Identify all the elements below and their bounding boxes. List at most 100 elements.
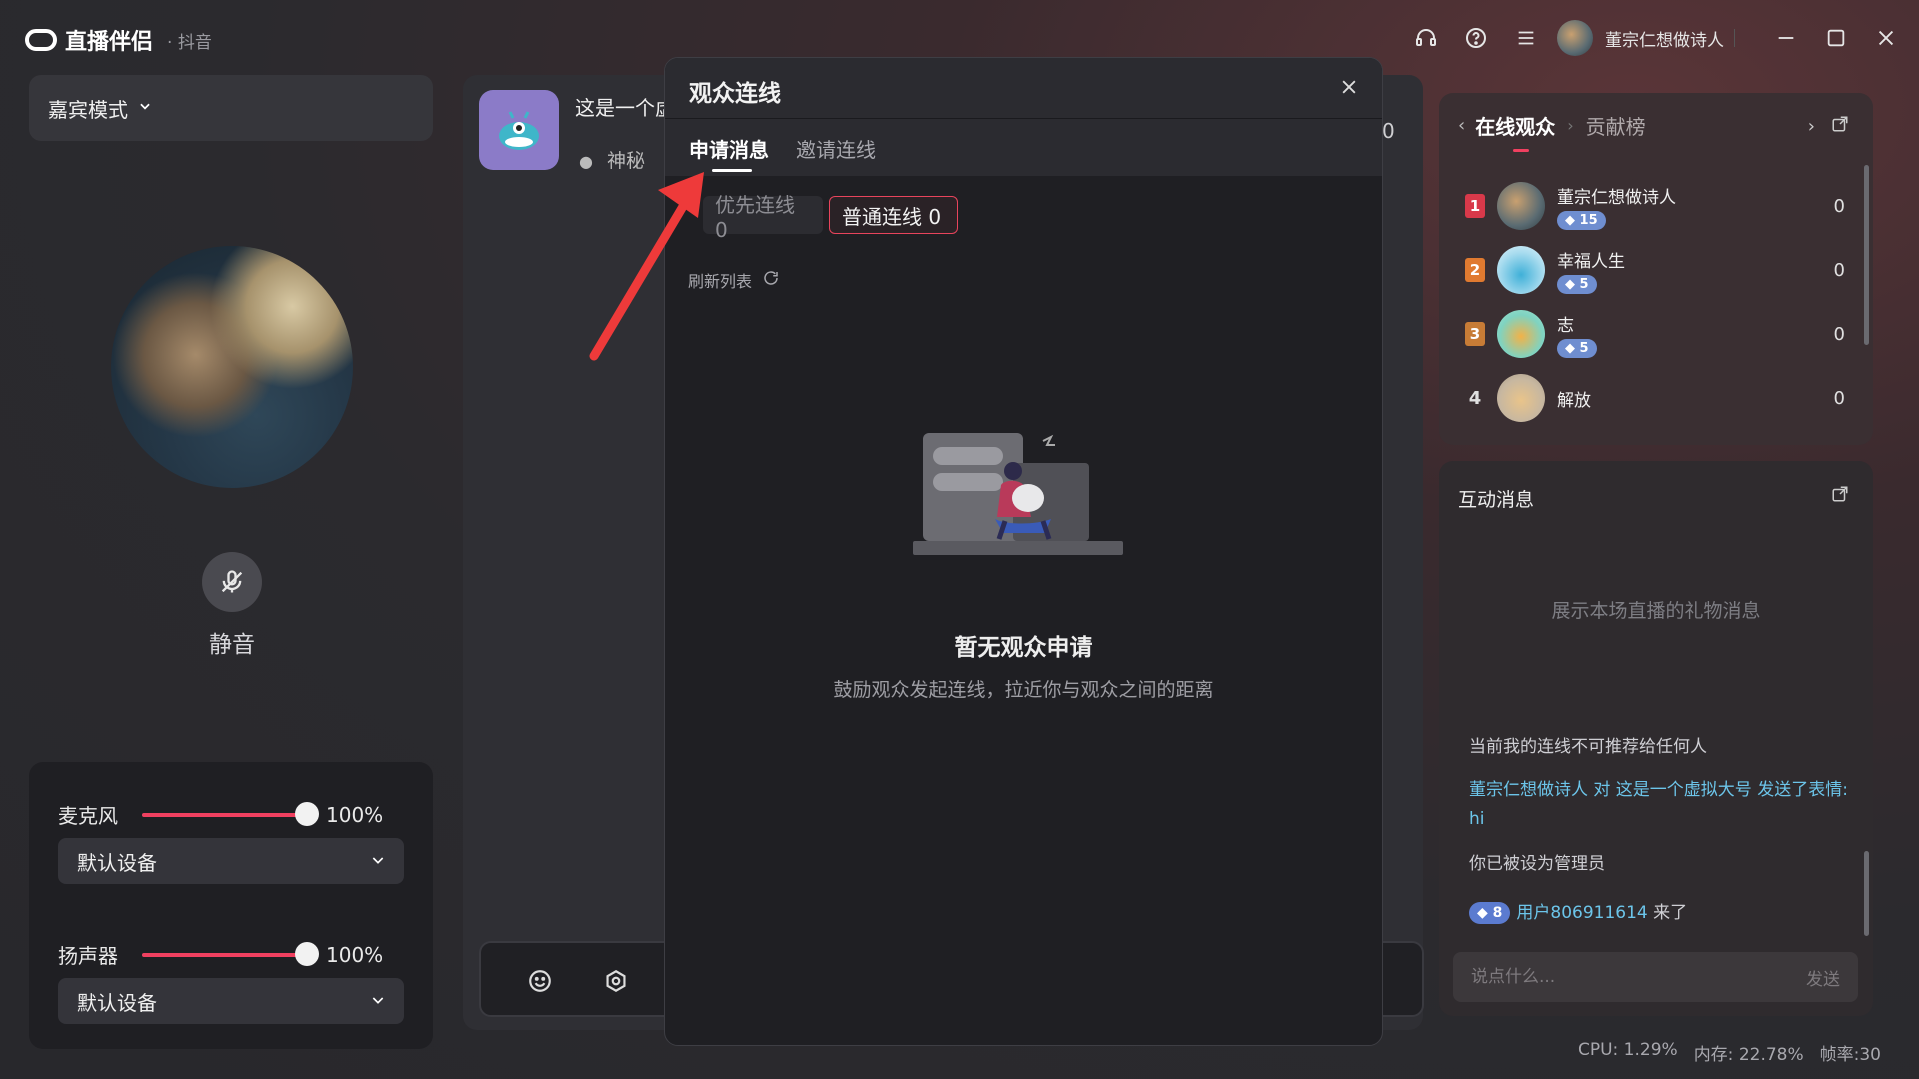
viewer-score: 0	[1833, 323, 1845, 345]
rank-badge: 2	[1465, 258, 1485, 282]
scrollbar[interactable]	[1864, 851, 1869, 936]
dialog-close-button[interactable]	[1334, 72, 1364, 102]
avatar	[1497, 374, 1545, 422]
viewer-name: 解放	[1557, 390, 1591, 411]
rank-badge: 4	[1468, 387, 1482, 409]
host-avatar	[111, 246, 353, 488]
level-badge: ◆ 8	[1469, 902, 1511, 924]
popout-icon[interactable]	[1831, 485, 1849, 507]
microphone-label: 麦克风	[58, 804, 118, 828]
system-message: 你已被设为管理员	[1469, 854, 1605, 874]
settings-icon[interactable]	[599, 964, 633, 998]
slider-knob[interactable]	[295, 801, 319, 826]
level-badge: ◆ 5	[1557, 274, 1597, 294]
rank-badge: 1	[1465, 194, 1485, 218]
audience-connect-dialog: 观众连线 申请消息 邀请连线 优先连线 0 普通连线 0 刷新列表 暂无观众申请…	[664, 57, 1383, 1046]
tab-requests[interactable]: 申请消息	[689, 134, 769, 163]
user-profile[interactable]: 董宗仁想做诗人	[1557, 20, 1745, 56]
panel-title: 互动消息	[1458, 489, 1535, 511]
viewer-name: 幸福人生	[1557, 251, 1625, 272]
stream-location: ● 神秘	[579, 146, 645, 173]
frame-rate: 帧率:30	[1819, 1045, 1881, 1065]
scrollbar[interactable]	[1864, 165, 1869, 345]
avatar	[1497, 310, 1545, 358]
tab-invite[interactable]: 邀请连线	[796, 134, 876, 163]
send-button[interactable]: 发送	[1806, 965, 1840, 990]
audio-settings-panel: 麦克风 100% 默认设备 扬声器 100% 默认设备	[29, 762, 433, 1049]
popout-icon[interactable]	[1831, 115, 1849, 138]
headset-icon[interactable]	[1401, 18, 1451, 58]
mode-dropdown[interactable]: 嘉宾模式	[29, 75, 433, 141]
cpu-usage: CPU: 1.29%	[1577, 1040, 1678, 1060]
viewer-score: 0	[1833, 195, 1845, 217]
microphone-device-value: 默认设备	[77, 850, 157, 875]
viewer-name: 志	[1557, 315, 1574, 336]
chevron-right-icon[interactable]: ›	[1808, 116, 1815, 137]
minimize-icon[interactable]	[1761, 18, 1811, 58]
chevron-down-icon	[138, 99, 152, 117]
viewer-score: 0	[1833, 387, 1845, 409]
chat-input[interactable]	[1471, 967, 1771, 987]
speaker-volume-slider[interactable]	[142, 941, 319, 966]
viewer-row[interactable]: 3 志 ◆ 5 0	[1465, 306, 1845, 362]
viewer-score: 0	[1833, 259, 1845, 281]
join-text: 来了	[1647, 903, 1688, 923]
level-badge: ◆ 15	[1557, 210, 1606, 230]
logo-icon	[25, 29, 57, 51]
emoji-icon[interactable]	[523, 964, 557, 998]
speaker-device-value: 默认设备	[77, 990, 157, 1015]
platform-label: · 抖音	[167, 32, 212, 53]
diamond-icon: ◆	[1565, 276, 1580, 292]
viewer-row[interactable]: 2 幸福人生 ◆ 5 0	[1465, 242, 1845, 298]
viewer-row[interactable]: 1 董宗仁想做诗人 ◆ 15 0	[1465, 178, 1845, 234]
mute-button[interactable]	[202, 552, 262, 612]
rank-badge: 3	[1465, 322, 1485, 346]
app-logo: 直播伴侣 · 抖音	[25, 24, 212, 56]
speaker-device-select[interactable]: 默认设备	[58, 978, 404, 1024]
normal-connect-filter[interactable]: 普通连线 0	[829, 196, 958, 234]
menu-icon[interactable]	[1501, 18, 1551, 58]
join-username[interactable]: 用户806911614	[1516, 903, 1647, 923]
priority-connect-filter[interactable]: 优先连线 0	[703, 193, 823, 242]
slider-knob[interactable]	[295, 941, 319, 966]
diamond-icon: ◆	[1565, 212, 1580, 228]
divider	[665, 118, 1382, 119]
location-text: 神秘	[607, 150, 646, 172]
emote-message: 董宗仁想做诗人 对 这是一个虚拟大号 发送了表情: hi	[1469, 780, 1848, 829]
diamond-icon: ◆	[1565, 340, 1580, 356]
chevron-down-icon	[370, 989, 386, 1013]
close-icon	[1342, 80, 1356, 94]
mode-label: 嘉宾模式	[48, 97, 128, 122]
viewer-row[interactable]: 4 解放 0	[1465, 370, 1845, 426]
separator-icon: ›	[1567, 116, 1574, 135]
empty-state-title: 暂无观众申请	[954, 635, 1093, 661]
status-bar: CPU: 1.29% 内存: 22.78% 帧率:30	[1578, 1040, 1881, 1065]
chevron-left-icon[interactable]: ‹	[1458, 115, 1465, 136]
mic-off-icon	[221, 570, 243, 593]
microphone-device-select[interactable]: 默认设备	[58, 838, 404, 884]
refresh-icon	[762, 269, 780, 291]
avatar	[1557, 20, 1593, 56]
refresh-label: 刷新列表	[688, 272, 753, 291]
join-message: ◆ 8 用户806911614 来了	[1469, 899, 1859, 928]
close-icon[interactable]	[1861, 18, 1911, 58]
app-title: 直播伴侣	[65, 30, 154, 55]
gift-placeholder: 展示本场直播的礼物消息	[1551, 600, 1761, 622]
empty-state-illustration	[913, 433, 1123, 555]
online-viewers-panel: ‹ 在线观众 › 贡献榜 › 1 董宗仁想做诗人 ◆ 15 0 2 幸福人生 ◆…	[1439, 93, 1873, 445]
username: 董宗仁想做诗人	[1605, 30, 1724, 51]
microphone-percent: 100%	[326, 802, 384, 827]
mute-label: 静音	[209, 632, 255, 658]
help-icon[interactable]	[1451, 18, 1501, 58]
stream-avatar	[479, 90, 559, 170]
speaker-label: 扬声器	[58, 944, 118, 968]
tab-contribution[interactable]: 贡献榜	[1586, 111, 1646, 140]
interaction-messages-panel: 互动消息 展示本场直播的礼物消息 当前我的连线不可推荐给任何人 董宗仁想做诗人 …	[1439, 461, 1873, 1016]
location-pin-icon: ●	[579, 152, 593, 171]
microphone-volume-slider[interactable]	[142, 801, 319, 826]
refresh-list-button[interactable]: 刷新列表	[688, 268, 780, 292]
chat-input-box: 发送	[1453, 952, 1858, 1002]
tab-online-viewers[interactable]: 在线观众	[1475, 111, 1555, 140]
diamond-icon: ◆	[1477, 904, 1493, 921]
maximize-icon[interactable]	[1811, 18, 1861, 58]
